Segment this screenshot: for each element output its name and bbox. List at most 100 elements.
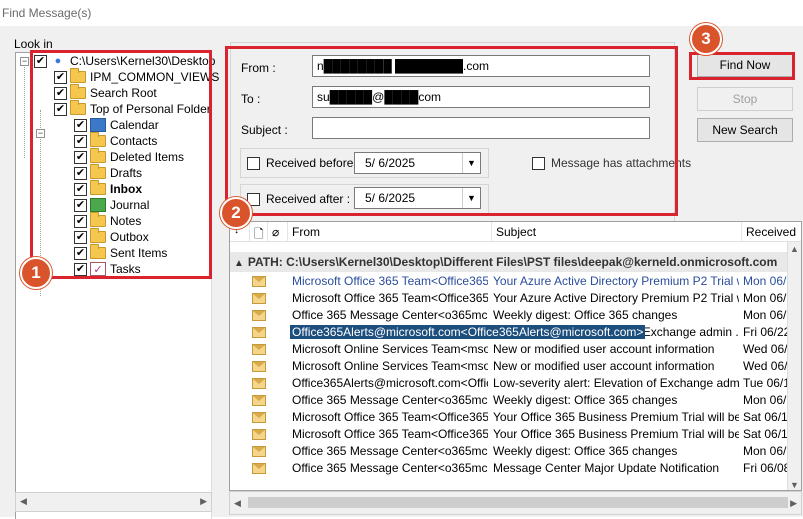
dropdown-arrow-icon[interactable]: ▼ [462, 188, 480, 208]
folder-icon [90, 244, 106, 259]
checkbox-icon[interactable]: ✔ [54, 102, 67, 116]
checkbox-icon[interactable] [247, 156, 260, 170]
envelope-icon [252, 412, 266, 423]
checkbox-icon[interactable]: ✔ [74, 150, 87, 164]
tasks-icon: ✓ [90, 262, 106, 276]
checkbox-icon[interactable]: ✔ [74, 214, 87, 228]
collapse-icon[interactable]: − [36, 129, 45, 138]
checkbox-icon[interactable]: ✔ [74, 182, 87, 196]
stop-button[interactable]: Stop [697, 87, 793, 111]
table-row-selected[interactable]: ation of Exchange admin ... Fri 06/22 Of… [230, 324, 801, 341]
path-group-row[interactable]: ▲ PATH: C:\Users\Kernel30\Desktop\Differe… [230, 252, 801, 272]
checkbox-icon[interactable]: ✔ [74, 166, 87, 180]
checkbox-icon[interactable]: ✔ [74, 134, 87, 148]
tree-item-sent-items[interactable]: ✔ Sent Items [74, 244, 167, 261]
envelope-icon [252, 446, 266, 457]
lookin-label: Look in [14, 37, 53, 51]
folder-icon [90, 228, 106, 243]
tree-item-top-of-personal-folder[interactable]: ✔ Top of Personal Folder [54, 100, 211, 117]
envelope-icon [252, 429, 266, 440]
envelope-icon [252, 293, 266, 304]
step-badge-3: 3 [690, 23, 722, 55]
tree-item-drafts[interactable]: ✔ Drafts [74, 164, 142, 181]
tree-item-journal[interactable]: ✔ Journal [74, 197, 149, 213]
find-dialog: Look in − − ✔ ● C:\Users\Kernel30\Deskto… [0, 23, 803, 519]
scroll-right-icon[interactable]: ▶ [790, 498, 797, 509]
column-from[interactable]: From [288, 222, 492, 242]
results-list[interactable]: ↕ 🗋 ⌀ From Subject Received ▲ PATH: C:\Us… [229, 221, 802, 491]
folder-icon [90, 212, 106, 227]
envelope-icon [252, 463, 266, 474]
checkbox-icon[interactable]: ✔ [74, 262, 87, 276]
checkbox-icon[interactable]: ✔ [74, 230, 87, 244]
results-horizontal-scrollbar[interactable]: ◀ ▶ [229, 491, 802, 515]
step-badge-2: 2 [220, 197, 252, 229]
table-row[interactable]: Office365Alerts@microsoft.com<Office... … [230, 375, 801, 392]
document-icon[interactable]: 🗋 [250, 222, 268, 242]
checkbox-icon[interactable]: ✔ [54, 86, 67, 100]
from-label: From : [241, 61, 276, 75]
scroll-left-icon[interactable]: ◀ [20, 496, 27, 507]
checkbox-icon[interactable] [532, 156, 545, 170]
user-icon: ● [54, 55, 62, 67]
dropdown-arrow-icon[interactable]: ▼ [462, 153, 480, 173]
collapse-icon[interactable]: − [20, 57, 29, 66]
tree-item-search-root[interactable]: ✔ Search Root [54, 84, 157, 101]
from-input[interactable]: n████████ ████████.com [312, 55, 650, 77]
table-row[interactable]: Microsoft Office 365 Team<Office365... Y… [230, 426, 801, 443]
table-row[interactable]: Microsoft Online Services Team<msonl... … [230, 358, 801, 375]
find-now-button[interactable]: Find Now [697, 53, 793, 77]
results-vertical-scrollbar[interactable]: ▲ ▼ [787, 242, 801, 490]
tree-item-inbox[interactable]: ✔ Inbox [74, 180, 142, 197]
scroll-left-icon[interactable]: ◀ [234, 498, 241, 509]
column-subject[interactable]: Subject [492, 222, 742, 242]
envelope-icon [252, 378, 266, 389]
tree-item-root[interactable]: ✔ ● C:\Users\Kernel30\Desktop [34, 53, 215, 69]
subject-input[interactable] [312, 117, 650, 139]
tree-item-notes[interactable]: ✔ Notes [74, 212, 141, 229]
envelope-icon [252, 361, 266, 372]
table-row[interactable]: Office 365 Message Center<o365mc@... Mes… [230, 460, 801, 477]
scroll-down-icon[interactable]: ▼ [790, 480, 799, 490]
tree-item-deleted-items[interactable]: ✔ Deleted Items [74, 148, 184, 165]
new-search-button[interactable]: New Search [697, 118, 793, 142]
table-row[interactable]: Microsoft Online Services Team<msonl... … [230, 341, 801, 358]
scroll-right-icon[interactable]: ▶ [200, 496, 207, 507]
to-input[interactable]: su█████@████com [312, 86, 650, 108]
folder-icon [90, 180, 106, 195]
folder-icon [90, 164, 106, 179]
checkbox-icon[interactable]: ✔ [54, 70, 67, 84]
table-row[interactable]: Microsoft Office 365 Team<Office365... Y… [230, 273, 801, 290]
tree-horizontal-scrollbar[interactable]: ◀ ▶ [15, 492, 212, 512]
calendar-icon [90, 118, 106, 132]
table-row[interactable]: Office 365 Message Center<o365mc@... Wee… [230, 392, 801, 409]
tree-item-ipm-common-views[interactable]: ✔ IPM_COMMON_VIEWS [54, 68, 219, 85]
collapse-group-icon[interactable]: ▲ [234, 258, 244, 269]
tree-item-contacts[interactable]: ✔ Contacts [74, 132, 157, 149]
received-before-checkbox[interactable]: Received before : [247, 156, 360, 170]
attachment-icon[interactable]: ⌀ [268, 222, 288, 242]
window-title: Find Message(s) [0, 0, 803, 26]
received-before-date[interactable]: 5/ 6/2025 ▼ [354, 152, 481, 174]
tree-item-tasks[interactable]: ✔ ✓ Tasks [74, 261, 141, 277]
envelope-icon [252, 395, 266, 406]
checkbox-icon[interactable]: ✔ [74, 118, 87, 132]
scroll-thumb[interactable] [248, 497, 788, 508]
checkbox-icon[interactable]: ✔ [74, 198, 87, 212]
scroll-up-icon[interactable]: ▲ [790, 244, 799, 254]
to-label: To : [241, 92, 261, 106]
attachments-checkbox[interactable]: Message has attachments [532, 156, 691, 170]
column-received[interactable]: Received [742, 222, 801, 242]
table-row[interactable]: Office 365 Message Center<o365mc@... Wee… [230, 443, 801, 460]
checkbox-icon[interactable]: ✔ [34, 54, 47, 68]
checkbox-icon[interactable]: ✔ [74, 246, 87, 260]
table-row[interactable]: Microsoft Office 365 Team<Office365... Y… [230, 290, 801, 307]
folder-icon [70, 68, 86, 83]
envelope-icon [252, 276, 266, 287]
received-after-checkbox[interactable]: Received after : [247, 192, 350, 206]
table-row[interactable]: Microsoft Office 365 Team<Office365... Y… [230, 409, 801, 426]
tree-item-outbox[interactable]: ✔ Outbox [74, 228, 149, 245]
table-row[interactable]: Office 365 Message Center<o365mc@... Wee… [230, 307, 801, 324]
tree-item-calendar[interactable]: ✔ Calendar [74, 117, 159, 133]
received-after-date[interactable]: 5/ 6/2025 ▼ [354, 187, 481, 209]
